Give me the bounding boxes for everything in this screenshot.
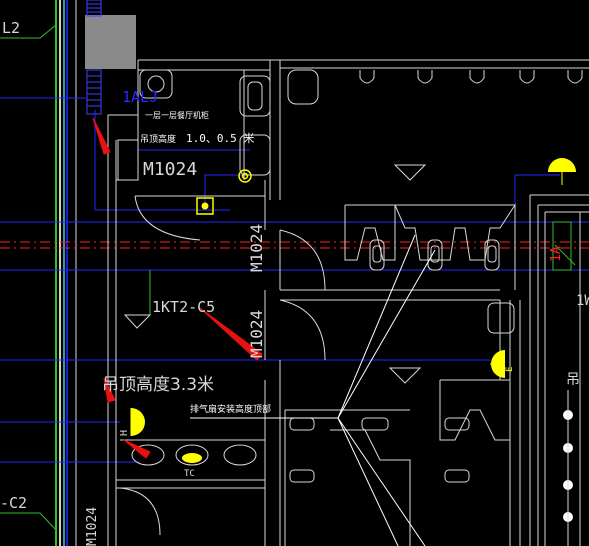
circuit-label-c2: -C2: [0, 494, 27, 512]
height-note-prefix: 吊顶高度: [140, 133, 176, 145]
right-edge-note: 吊: [566, 372, 580, 388]
height-note-value: 1.0、0.5 米: [186, 132, 254, 145]
door-label-m1024-rot-3: M1024: [85, 507, 100, 546]
column-block: [85, 15, 136, 69]
toilet-fixtures: [287, 69, 515, 483]
door-label-m1024-rot-1: M1024: [247, 224, 266, 272]
light-tag-tc: TC: [184, 469, 195, 479]
urinal-row: [359, 70, 583, 84]
ceiling-height-note: 吊顶高度3.3米: [102, 375, 214, 395]
stall-partitions: [284, 203, 516, 546]
wall-light-icon: [490, 350, 505, 378]
right-circuit-label: 1W: [576, 293, 589, 309]
exhaust-fan-note: 排气扇安装高度顶部: [190, 403, 271, 415]
annotation-leaders: [190, 234, 436, 546]
wall-light-icon-left: [130, 408, 145, 436]
circuit-label-l2: L2: [2, 19, 20, 37]
panel-label-1alj: 1ALJ: [122, 88, 158, 106]
ceiling-light-icon: [182, 453, 202, 463]
axis-lines-red: [0, 241, 589, 249]
leader-lines-green: [0, 24, 576, 531]
hatched-pillar-mid: [86, 69, 102, 115]
light-tag-e: E: [505, 367, 515, 372]
wiring-blue: [0, 97, 589, 463]
lamp-holder-icon: [238, 169, 252, 183]
cad-drawing-viewport[interactable]: L2 -C2 1ALJ 一层一层餐厅机柜 吊顶高度 1.0、0.5 米 M102…: [0, 0, 589, 546]
hatched-pillar-top: [86, 0, 102, 17]
cad-floor-plan[interactable]: L2 -C2 1ALJ 一层一层餐厅机柜 吊顶高度 1.0、0.5 米 M102…: [0, 0, 589, 546]
floor-drains: [123, 164, 427, 384]
door-label-m1024-top: M1024: [143, 159, 197, 180]
fixture-note: 一层一层餐厅机柜: [145, 110, 209, 120]
pendant-light-icon: [548, 158, 576, 185]
door-label-m1024-rot-2: M1024: [247, 310, 266, 358]
right-panel-label: 1A: [549, 246, 564, 262]
circuit-label-1kt2: 1KT2-C5: [152, 298, 215, 316]
door-swings: [119, 195, 326, 536]
light-tag-h: H: [119, 430, 130, 436]
